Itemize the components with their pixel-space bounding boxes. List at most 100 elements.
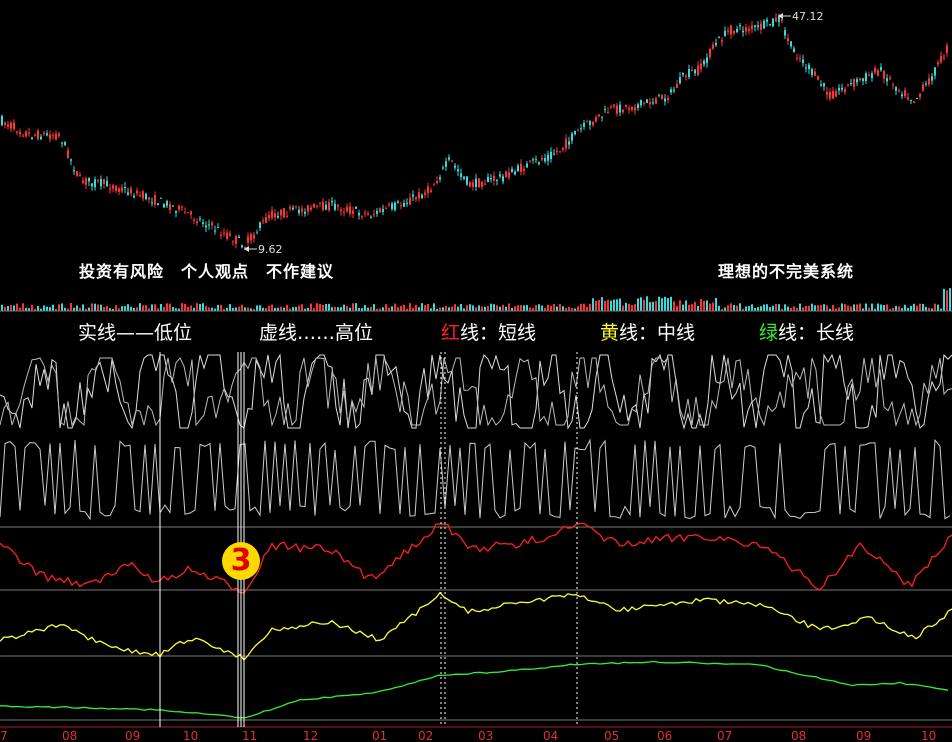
- candle-body: [862, 78, 864, 82]
- volume-bar: [217, 304, 219, 311]
- candle-body: [448, 157, 450, 160]
- mid-term-line: [0, 591, 952, 662]
- candle-body: [892, 84, 894, 86]
- candle-body: [478, 178, 480, 188]
- candle-body: [943, 57, 945, 59]
- candle-body: [877, 70, 879, 76]
- candle-body: [430, 190, 432, 192]
- candle-body: [613, 104, 615, 107]
- candle-body: [190, 211, 192, 215]
- volume-bar: [772, 305, 774, 311]
- volume-bar: [460, 304, 462, 311]
- candle-body: [226, 232, 228, 239]
- candle-body: [883, 71, 885, 79]
- volume-bar: [400, 306, 402, 311]
- month-label: 04: [543, 729, 559, 742]
- candle-body: [688, 69, 690, 78]
- candle-body: [871, 73, 873, 79]
- volume-bar: [220, 304, 222, 311]
- candle-body: [655, 98, 657, 104]
- volume-bar: [655, 300, 657, 311]
- legend-green: 绿线：长线: [759, 318, 854, 345]
- candle-body: [553, 153, 555, 155]
- candle-body: [85, 178, 87, 185]
- candle-body: [370, 216, 372, 218]
- volume-bar: [466, 305, 468, 311]
- volume-bar: [898, 306, 900, 311]
- candle-body: [229, 233, 231, 236]
- candle-body: [298, 209, 300, 214]
- volume-bar: [328, 303, 330, 311]
- candle-body: [295, 206, 297, 208]
- candle-body: [178, 205, 180, 210]
- volume-bar: [241, 304, 243, 311]
- volume-bar: [520, 305, 522, 311]
- candle-body: [100, 179, 102, 187]
- candle-body: [940, 55, 942, 63]
- candle-body: [76, 171, 78, 176]
- candle-body: [163, 204, 165, 208]
- candle-body: [784, 30, 786, 36]
- volume-bar: [778, 304, 780, 311]
- volume-bar: [700, 298, 702, 311]
- volume-bar: [850, 306, 852, 311]
- volume-bar: [865, 303, 867, 311]
- candle-body: [223, 232, 225, 234]
- candle-body: [736, 29, 738, 32]
- volume-bar: [745, 306, 747, 311]
- volume-bar: [667, 298, 669, 311]
- volume-bar: [784, 304, 786, 311]
- volume-bar: [139, 303, 141, 311]
- candle-body: [925, 83, 927, 85]
- month-label: 12: [303, 729, 319, 742]
- panel-separators: [0, 310, 952, 728]
- candle-body: [556, 150, 558, 152]
- candle-body: [133, 195, 135, 198]
- candle-body: [868, 75, 870, 77]
- signal-badge: 3: [222, 542, 260, 580]
- volume-bar: [535, 305, 537, 311]
- disclaimer-text: 投资有风险 个人观点 不作建议: [79, 262, 335, 281]
- volume-bar: [388, 307, 390, 311]
- volume-bar: [760, 306, 762, 311]
- volume-bar: [673, 301, 675, 311]
- candle-body: [523, 168, 525, 172]
- volume-bar: [145, 305, 147, 311]
- volume-bar: [688, 304, 690, 311]
- candle-body: [235, 236, 237, 244]
- volume-bar: [616, 299, 618, 311]
- candle-body: [532, 159, 534, 161]
- candle-body: [109, 188, 111, 190]
- candle-body: [580, 128, 582, 130]
- candle-body: [418, 192, 420, 199]
- volume-bar: [94, 303, 96, 311]
- volume-bar: [346, 306, 348, 311]
- volume-bar: [814, 305, 816, 311]
- volume-bar: [886, 304, 888, 311]
- volume-bar: [469, 304, 471, 311]
- candle-body: [367, 213, 369, 215]
- candle-body: [853, 79, 855, 87]
- chart-canvas[interactable]: [0, 0, 952, 742]
- candle-body: [91, 183, 93, 187]
- candle-body: [43, 132, 45, 135]
- volume-bar: [523, 305, 525, 311]
- volume-bar: [691, 304, 693, 311]
- volume-bar: [433, 303, 435, 311]
- candle-body: [541, 158, 543, 160]
- candle-body: [751, 25, 753, 30]
- volume-bar: [910, 305, 912, 311]
- stock-chart-screen: 47.12 9.62 投资有风险 个人观点 不作建议 理想的不完美系统 实线——…: [0, 0, 952, 742]
- candle-body: [571, 133, 573, 141]
- volume-bar: [769, 307, 771, 311]
- volume-bar: [727, 305, 729, 311]
- candle-body: [826, 91, 828, 95]
- candle-body: [679, 77, 681, 84]
- candle-body: [121, 187, 123, 192]
- volume-bar: [811, 303, 813, 311]
- candle-body: [691, 69, 693, 72]
- volume-bar: [751, 304, 753, 311]
- volume-bar: [694, 302, 696, 311]
- candle-body: [271, 210, 273, 218]
- candle-body: [160, 197, 162, 199]
